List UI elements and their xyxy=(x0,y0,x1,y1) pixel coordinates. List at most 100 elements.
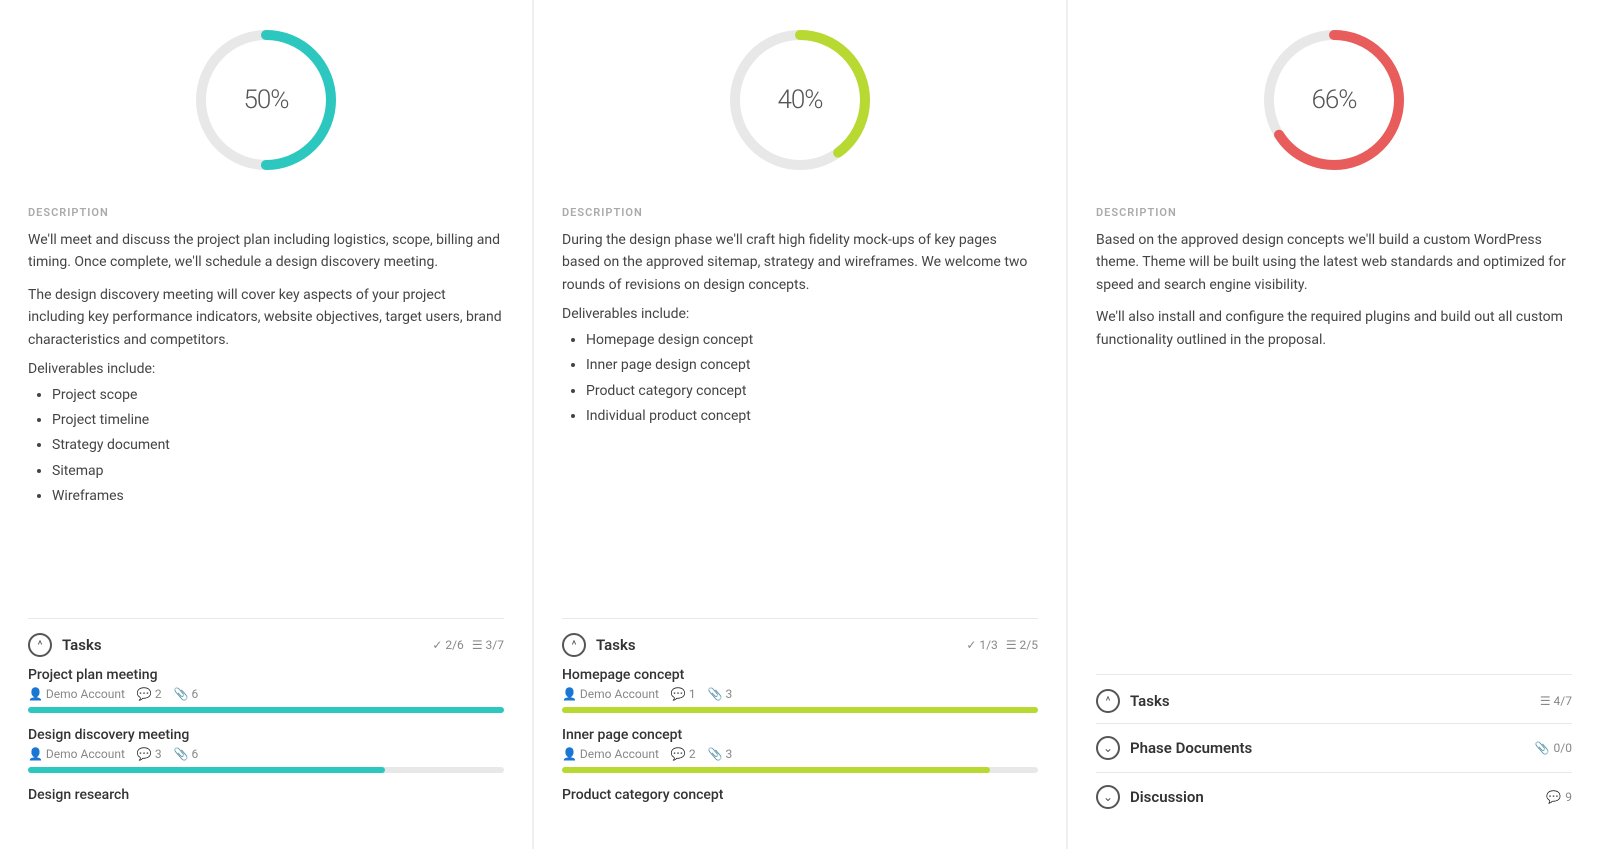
collapse-icon: ⌄ xyxy=(1096,736,1120,760)
task-comments: 💬 3 xyxy=(137,747,162,761)
deliverables-list: Project scopeProject timelineStrategy do… xyxy=(28,383,504,509)
task-comments: 💬 2 xyxy=(671,747,696,761)
tasks-meta: ✓ 1/3 ☰ 2/5 xyxy=(966,638,1038,652)
donut-chart: 40% xyxy=(720,20,880,180)
task-name: Design research xyxy=(28,787,504,803)
column-3: 66% DESCRIPTION Based on the approved des… xyxy=(1068,0,1600,849)
task-item: Project plan meeting 👤 Demo Account 💬 2 … xyxy=(28,667,504,713)
list-item: Sitemap xyxy=(52,459,504,484)
column-1: 50% DESCRIPTION We'll meet and discuss th… xyxy=(0,0,532,849)
donut-percent: 66% xyxy=(1311,85,1356,115)
description-text: During the design phase we'll craft high… xyxy=(562,229,1038,296)
column-2: 40% DESCRIPTION During the design phase w… xyxy=(534,0,1066,849)
list-item: Product category concept xyxy=(586,379,1038,404)
tasks-title: Tasks xyxy=(62,636,102,654)
collapsible-meta-value: 9 xyxy=(1565,790,1572,804)
task-attachments: 📎 3 xyxy=(708,687,733,701)
donut-wrapper: 50% xyxy=(28,0,504,190)
task-comments: 💬 1 xyxy=(671,687,696,701)
collapsible-meta: 💬 9 xyxy=(1546,790,1572,804)
tasks-header: ^ Tasks ✓ 2/6 ☰ 3/7 xyxy=(28,618,504,657)
collapsible-header-left: ⌄ Discussion xyxy=(1096,785,1204,809)
collapsible-meta-icon: 📎 xyxy=(1535,741,1550,755)
tasks-header-left: ^ Tasks xyxy=(28,633,102,657)
task-progress-bar xyxy=(562,767,1038,773)
collapsible-title: Phase Documents xyxy=(1130,739,1252,757)
donut-wrapper: 66% xyxy=(1096,0,1572,190)
task-info: 👤 Demo Account 💬 2 📎 3 xyxy=(562,747,1038,761)
task-item: Product category concept xyxy=(562,787,1038,807)
task-attachments: 📎 3 xyxy=(708,747,733,761)
task-name: Homepage concept xyxy=(562,667,1038,683)
description-text: We'll meet and discuss the project plan … xyxy=(28,229,504,274)
task-item: Design discovery meeting 👤 Demo Account … xyxy=(28,727,504,773)
collapsible-header-left: ⌄ Phase Documents xyxy=(1096,736,1252,760)
tasks-count1: ✓ 1/3 xyxy=(966,638,997,652)
task-name: Project plan meeting xyxy=(28,667,504,683)
task-assignee: 👤 Demo Account xyxy=(28,747,125,761)
tasks-count2: ☰ 4/7 xyxy=(1540,694,1572,708)
description-label: DESCRIPTION xyxy=(562,206,1038,219)
columns-wrapper: 50% DESCRIPTION We'll meet and discuss th… xyxy=(0,0,1600,849)
donut-percent: 50% xyxy=(243,85,288,115)
tasks-count2: ☰ 2/5 xyxy=(1006,638,1038,652)
list-item: Wireframes xyxy=(52,484,504,509)
tasks-header: ^ Tasks ☰ 4/7 xyxy=(1096,674,1572,713)
tasks-toggle-icon[interactable]: ^ xyxy=(28,633,52,657)
donut-chart: 66% xyxy=(1254,20,1414,180)
list-item: Project timeline xyxy=(52,408,504,433)
list-item: Strategy document xyxy=(52,433,504,458)
task-name: Product category concept xyxy=(562,787,1038,803)
donut-chart: 50% xyxy=(186,20,346,180)
task-item: Design research xyxy=(28,787,504,807)
tasks-count1: ✓ 2/6 xyxy=(432,638,463,652)
task-info: 👤 Demo Account 💬 2 📎 6 xyxy=(28,687,504,701)
task-attachments: 📎 6 xyxy=(174,747,199,761)
tasks-toggle-icon[interactable]: ^ xyxy=(1096,689,1120,713)
collapsible-meta-value: 0/0 xyxy=(1554,741,1572,755)
description-label: DESCRIPTION xyxy=(1096,206,1572,219)
tasks-header-left: ^ Tasks xyxy=(562,633,636,657)
task-name: Inner page concept xyxy=(562,727,1038,743)
task-attachments: 📎 6 xyxy=(174,687,199,701)
description-text: We'll also install and configure the req… xyxy=(1096,306,1572,351)
deliverables-label: Deliverables include: xyxy=(28,361,504,377)
task-name: Design discovery meeting xyxy=(28,727,504,743)
collapsible-meta: 📎 0/0 xyxy=(1535,741,1572,755)
task-progress-bar xyxy=(28,707,504,713)
tasks-title: Tasks xyxy=(1130,692,1170,710)
deliverables-label: Deliverables include: xyxy=(562,306,1038,322)
task-assignee: 👤 Demo Account xyxy=(562,747,659,761)
task-comments: 💬 2 xyxy=(137,687,162,701)
description-text: Based on the approved design concepts we… xyxy=(1096,229,1572,296)
list-item: Homepage design concept xyxy=(586,328,1038,353)
collapsible-section[interactable]: ⌄ Phase Documents 📎 0/0 xyxy=(1096,723,1572,772)
tasks-title: Tasks xyxy=(596,636,636,654)
collapsible-title: Discussion xyxy=(1130,788,1204,806)
collapsible-section[interactable]: ⌄ Discussion 💬 9 xyxy=(1096,772,1572,821)
description-text: The design discovery meeting will cover … xyxy=(28,284,504,351)
donut-wrapper: 40% xyxy=(562,0,1038,190)
list-item: Project scope xyxy=(52,383,504,408)
task-assignee: 👤 Demo Account xyxy=(28,687,125,701)
deliverables-list: Homepage design conceptInner page design… xyxy=(562,328,1038,429)
collapsible-meta-icon: 💬 xyxy=(1546,790,1561,804)
task-info: 👤 Demo Account 💬 3 📎 6 xyxy=(28,747,504,761)
task-item: Inner page concept 👤 Demo Account 💬 2 📎 … xyxy=(562,727,1038,773)
description-label: DESCRIPTION xyxy=(28,206,504,219)
collapse-icon: ⌄ xyxy=(1096,785,1120,809)
task-progress-bar xyxy=(28,767,504,773)
task-item: Homepage concept 👤 Demo Account 💬 1 📎 3 xyxy=(562,667,1038,713)
tasks-header-left: ^ Tasks xyxy=(1096,689,1170,713)
tasks-meta: ☰ 4/7 xyxy=(1540,694,1572,708)
task-progress-bar xyxy=(562,707,1038,713)
task-assignee: 👤 Demo Account xyxy=(562,687,659,701)
list-item: Individual product concept xyxy=(586,404,1038,429)
tasks-count2: ☰ 3/7 xyxy=(472,638,504,652)
donut-percent: 40% xyxy=(777,85,822,115)
task-info: 👤 Demo Account 💬 1 📎 3 xyxy=(562,687,1038,701)
tasks-toggle-icon[interactable]: ^ xyxy=(562,633,586,657)
tasks-header: ^ Tasks ✓ 1/3 ☰ 2/5 xyxy=(562,618,1038,657)
tasks-meta: ✓ 2/6 ☰ 3/7 xyxy=(432,638,504,652)
list-item: Inner page design concept xyxy=(586,353,1038,378)
